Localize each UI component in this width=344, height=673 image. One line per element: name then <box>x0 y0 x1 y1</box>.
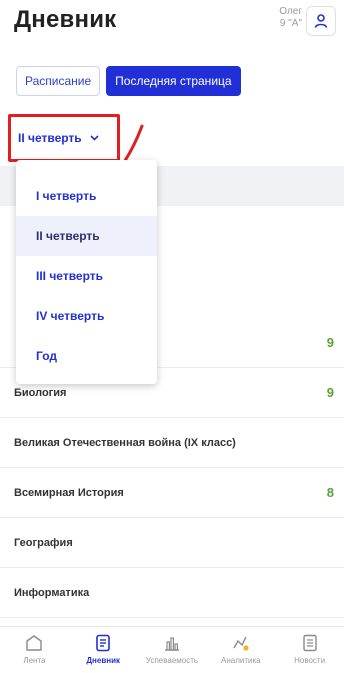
subject-grade: 9 <box>326 335 334 350</box>
dropdown-option-year[interactable]: Год <box>16 336 157 376</box>
nav-news[interactable]: Новости <box>275 627 344 673</box>
app-header: Дневник Олег 9 "А" <box>0 0 344 48</box>
news-icon <box>302 634 317 652</box>
subject-name: Всемирная История <box>14 486 124 499</box>
profile-button[interactable] <box>306 6 336 36</box>
page-title: Дневник <box>14 6 117 33</box>
nav-label: Новости <box>294 656 326 665</box>
subject-name: Информатика <box>14 586 90 599</box>
bar-chart-icon <box>164 637 179 651</box>
analytics-icon <box>233 636 249 651</box>
subject-row[interactable]: Информатика <box>0 568 344 618</box>
subject-grade: 8 <box>326 485 334 500</box>
subject-name: География <box>14 536 73 549</box>
user-name: Олег <box>279 6 302 17</box>
dropdown-option-quarter-2[interactable]: II четверть <box>16 216 157 256</box>
nav-label: Успеваемость <box>145 656 199 665</box>
bottom-navigation: Лента Дневник Успеваемость Аналитика Нов… <box>0 626 344 673</box>
nav-performance[interactable]: Успеваемость <box>138 627 207 673</box>
dropdown-option-quarter-4[interactable]: IV четверть <box>16 296 157 336</box>
subject-row[interactable]: География <box>0 518 344 568</box>
subject-name: Биология <box>14 386 67 399</box>
dropdown-option-quarter-1[interactable]: I четверть <box>16 176 157 216</box>
nav-feed[interactable]: Лента <box>0 627 69 673</box>
nav-label: Лента <box>23 656 46 665</box>
nav-label: Дневник <box>86 656 121 665</box>
diary-icon <box>96 634 110 652</box>
diary-tabs: Расписание Последняя страница <box>16 66 241 96</box>
nav-diary[interactable]: Дневник <box>69 627 138 673</box>
user-info: Олег 9 "А" <box>279 6 302 30</box>
tab-schedule[interactable]: Расписание <box>16 66 101 96</box>
nav-analytics[interactable]: Аналитика <box>206 627 275 673</box>
quarter-dropdown-menu: I четверть II четверть III четверть IV ч… <box>16 160 157 384</box>
subject-name: Великая Отечественная война (IX класс) <box>14 436 236 449</box>
nav-label: Аналитика <box>220 656 261 665</box>
subject-grade: 9 <box>326 385 334 400</box>
user-icon <box>314 14 328 28</box>
home-icon <box>26 635 43 651</box>
subject-row[interactable]: Великая Отечественная война (IX класс) <box>0 418 344 468</box>
dropdown-option-quarter-3[interactable]: III четверть <box>16 256 157 296</box>
tab-last-page[interactable]: Последняя страница <box>106 66 241 96</box>
subject-row[interactable]: Всемирная История 8 <box>0 468 344 518</box>
user-class: 9 "А" <box>279 18 302 29</box>
quarter-select-value: II четверть <box>18 131 82 145</box>
